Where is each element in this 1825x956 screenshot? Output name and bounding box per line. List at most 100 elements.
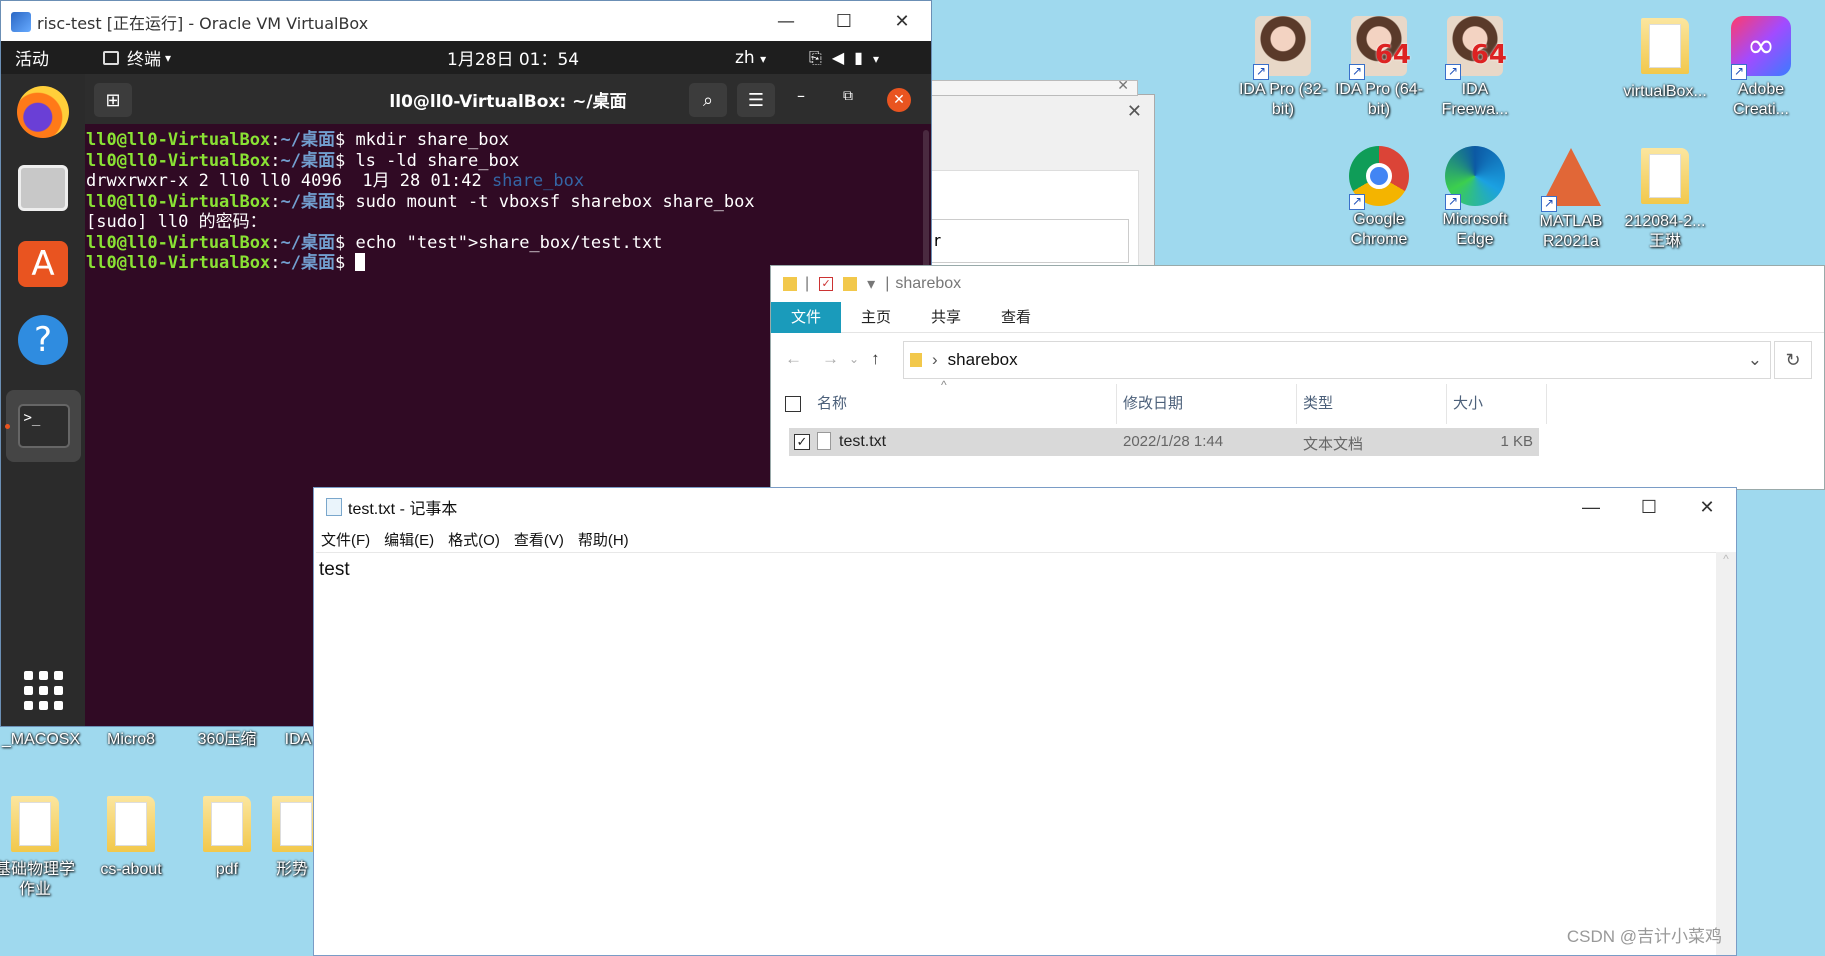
vbox-titlebar[interactable]: risc-test [正在运行] - Oracle VM VirtualBox … (1, 1, 931, 42)
app-menu-label: 终端 (127, 50, 161, 70)
dialog-close-icon[interactable]: ✕ (1127, 101, 1142, 122)
notepad-editor[interactable]: test (316, 552, 1716, 955)
terminal-headerbar[interactable]: ⊞ ll0@ll0-VirtualBox: ~/桌面 ⌕ ☰ – ⧉ ✕ (85, 74, 931, 124)
menu-format[interactable]: 格式(O) (441, 529, 507, 550)
folder-icon (1641, 18, 1689, 74)
terminal-line: ll0@ll0-VirtualBox:~/桌面$ mkdir share_box (86, 130, 509, 150)
notepad-title: test.txt - 记事本 (348, 501, 458, 518)
up-arrow-icon[interactable]: ↑ (871, 349, 880, 369)
notepad-close-button[interactable]: ✕ (1678, 487, 1736, 528)
desktop-icon-label: pdf (215, 861, 239, 878)
notepad-minimize-button[interactable]: — (1562, 487, 1620, 528)
menu-help[interactable]: 帮助(H) (571, 529, 636, 550)
desktop-icon-xingshi[interactable]: 形势 (270, 792, 314, 880)
prompt-path: ~/桌面 (280, 232, 335, 253)
dialog-input[interactable]: r (929, 219, 1129, 263)
maximize-button[interactable]: ☐ (815, 1, 873, 42)
desktop-icon-label: IDA Pro (64-bit) (1334, 81, 1424, 118)
dialog-close-icon[interactable]: ✕ (1117, 78, 1129, 94)
prompt-path: ~/桌面 (280, 150, 335, 171)
system-tray[interactable]: ⎘◀▮▾ (809, 48, 889, 68)
activities-button[interactable]: 活动 (15, 45, 49, 70)
row-checkbox[interactable]: ✓ (794, 434, 810, 450)
menu-view[interactable]: 查看(V) (507, 529, 571, 550)
firefox-icon[interactable] (13, 82, 73, 142)
recent-chevron-icon[interactable]: ⌄ (849, 352, 859, 366)
notepad-titlebar[interactable]: test.txt - 记事本 — ☐ ✕ (314, 488, 1736, 526)
show-apps-icon[interactable] (13, 660, 73, 720)
tab-home[interactable]: 主页 (841, 302, 911, 333)
file-row[interactable]: ✓ test.txt 2022/1/28 1:44 文本文档 1 KB (789, 428, 1539, 456)
terminal-line: drwxrwxr-x 2 ll0 ll0 4096 1月 28 01:42 sh… (86, 171, 931, 192)
terminal-icon[interactable]: >_ (6, 390, 81, 462)
software-center-icon[interactable]: A (13, 234, 73, 294)
desktop-icon-pdf[interactable]: pdf (180, 792, 274, 880)
files-icon[interactable] (13, 158, 73, 218)
terminal-minimize-button[interactable]: – (797, 86, 805, 105)
back-arrow-icon[interactable]: ← (785, 349, 802, 369)
breadcrumb-separator-icon: › (932, 350, 938, 369)
desktop-icon-chrome[interactable]: ↗ Google Chrome (1332, 144, 1426, 250)
desktop-icon-matlab[interactable]: ↗ MATLAB R2021a (1524, 144, 1618, 252)
close-button[interactable]: ✕ (873, 1, 931, 42)
column-type[interactable]: 类型 (1297, 384, 1447, 424)
desktop-icon-label: Google Chrome (1350, 211, 1408, 248)
menu-file[interactable]: 文件(F) (314, 529, 377, 550)
prompt-path: ~/桌面 (280, 191, 335, 212)
desktop-icon-macosx[interactable]: _MACOSX (0, 730, 88, 750)
desktop-icon-folder212[interactable]: 212084-2... 王琳 (1618, 144, 1712, 252)
desktop-icon-ida32[interactable]: ↗ IDA Pro (32-bit) (1236, 14, 1330, 120)
breadcrumb-sharebox[interactable]: sharebox (948, 350, 1018, 370)
desktop-icon-csabout[interactable]: cs-about (84, 792, 178, 880)
clock[interactable]: 1月28日 01：54 (447, 45, 579, 70)
desktop-icon-idafree[interactable]: 64 ↗ IDA Freewa... (1428, 14, 1522, 120)
scroll-up-icon[interactable]: ^ (1723, 552, 1729, 566)
new-folder-icon[interactable] (843, 277, 858, 291)
minimize-button[interactable]: — (757, 1, 815, 42)
shortcut-arrow-icon: ↗ (1445, 194, 1461, 210)
desktop-icon-edge[interactable]: ↗ Microsoft Edge (1428, 144, 1522, 250)
divider: | (885, 275, 890, 292)
menu-edit[interactable]: 编辑(E) (377, 529, 441, 550)
shortcut-arrow-icon: ↗ (1731, 64, 1747, 80)
address-bar[interactable]: › sharebox ⌄ (903, 341, 1771, 379)
watermark: CSDN @吉计小菜鸡 (1566, 927, 1722, 946)
file-type: 文本文档 (1303, 436, 1364, 453)
select-all-checkbox[interactable] (785, 396, 801, 412)
input-method[interactable]: zh ▾ (735, 48, 766, 68)
desktop-icon-ida64[interactable]: 64 ↗ IDA Pro (64-bit) (1332, 14, 1426, 120)
app-menu[interactable]: 终端 ▾ (103, 45, 171, 70)
desktop-icon-360zip[interactable]: 360压缩 (180, 730, 274, 750)
forward-arrow-icon[interactable]: → (822, 349, 839, 369)
notepad-maximize-button[interactable]: ☐ (1620, 487, 1678, 528)
address-dropdown-icon[interactable]: ⌄ (1748, 350, 1762, 370)
ubuntu-dock: A ? >_ (1, 74, 85, 726)
file-size: 1 KB (1500, 433, 1533, 450)
properties-check-icon[interactable]: ✓ (819, 277, 834, 291)
chevron-down-icon: ▾ (760, 51, 767, 66)
tab-view[interactable]: 查看 (981, 302, 1051, 333)
column-size[interactable]: 大小 (1447, 384, 1547, 424)
desktop-icon-virtualbox[interactable]: virtualBox... (1618, 14, 1712, 102)
terminal-close-button[interactable]: ✕ (887, 88, 911, 112)
network-icon: ⎘ (809, 47, 832, 67)
terminal-restore-button[interactable]: ⧉ (843, 88, 853, 104)
customize-qa-icon[interactable]: ▾ (867, 274, 875, 294)
menu-button[interactable]: ☰ (737, 83, 775, 117)
notepad-icon (326, 498, 342, 516)
help-icon[interactable]: ? (13, 310, 73, 370)
pdf-folder-icon (203, 796, 251, 852)
desktop-icon-adobe[interactable]: ∞ ↗ Adobe Creati... (1714, 14, 1808, 120)
column-name[interactable]: 名称 (811, 384, 1117, 424)
column-modified[interactable]: 修改日期 (1117, 384, 1297, 424)
tab-file[interactable]: 文件 (771, 301, 842, 333)
desktop-icon-micro8[interactable]: Micro8 (84, 730, 178, 750)
refresh-button[interactable]: ↻ (1774, 341, 1812, 379)
terminal-output[interactable]: ll0@ll0-VirtualBox:~/桌面$ mkdir share_box… (85, 124, 931, 274)
notepad-scrollbar[interactable]: ^ (1716, 552, 1736, 955)
tab-share[interactable]: 共享 (911, 302, 981, 333)
volume-icon: ◀ (831, 47, 855, 67)
search-button[interactable]: ⌕ (689, 83, 727, 117)
shortcut-arrow-icon: ↗ (1253, 64, 1269, 80)
desktop-icon-physics[interactable]: 基础物理学作业 (0, 792, 80, 900)
